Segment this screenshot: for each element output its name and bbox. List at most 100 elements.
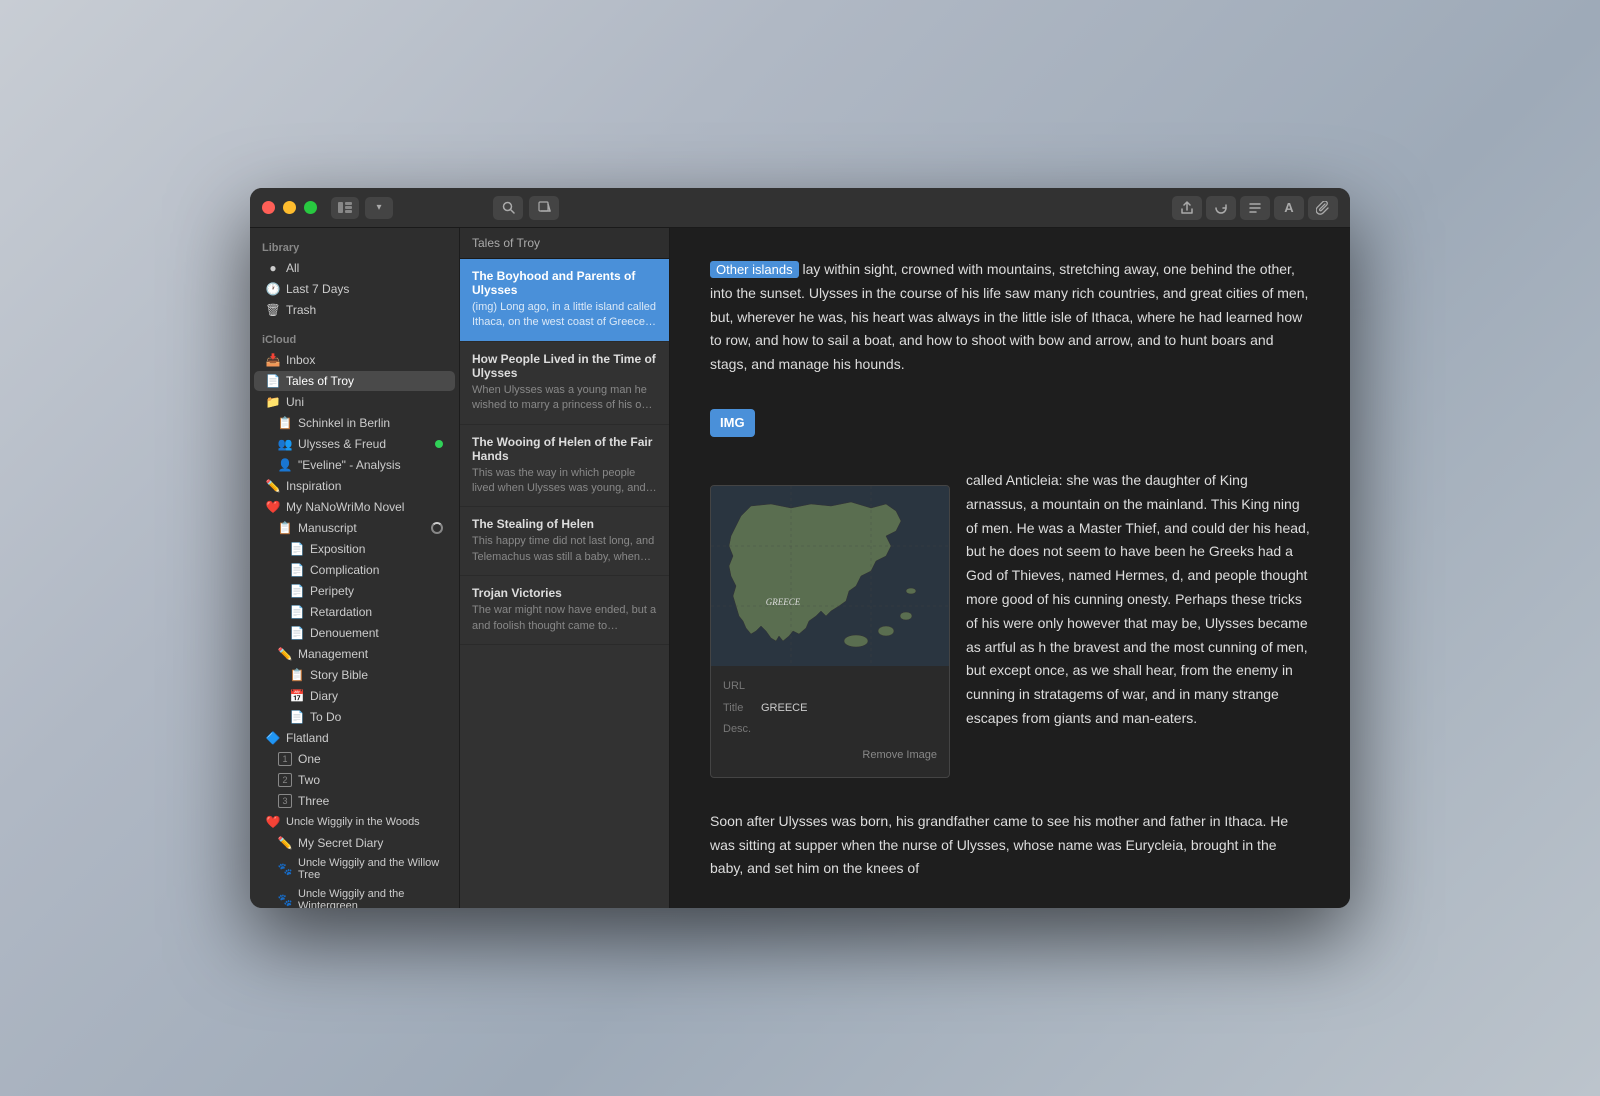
editor-paragraph2: Soon after Ulysses was born, his grandfa… [710, 810, 1310, 881]
note-item-trojan[interactable]: Trojan Victories The war might now have … [460, 576, 669, 645]
sidebar-item-retardation[interactable]: 📄 Retardation [254, 602, 455, 622]
sidebar-item-peripety[interactable]: 📄 Peripety [254, 581, 455, 601]
search-button[interactable] [493, 196, 523, 220]
sidebar-item-complication[interactable]: 📄 Complication [254, 560, 455, 580]
sidebar-toggle-button[interactable] [331, 197, 359, 219]
sidebar-item-denouement[interactable]: 📄 Denouement [254, 623, 455, 643]
sync-button[interactable] [1206, 196, 1236, 220]
format-button[interactable] [1240, 196, 1270, 220]
sidebar-item-manuscript-label: Manuscript [298, 521, 357, 535]
image-text-row: GREECE URL [710, 469, 1310, 794]
editor-paragraph1: Other islands lay within sight, crowned … [710, 258, 1310, 377]
sidebar-item-manuscript[interactable]: 📋 Manuscript [254, 518, 455, 538]
sidebar-item-three-label: Three [298, 794, 329, 808]
note-preview-how-people: When Ulysses was a young man he wished t… [472, 383, 657, 414]
editor-text1: lay within sight, crowned with mountains… [710, 261, 1308, 372]
attachment-button[interactable] [1308, 196, 1338, 220]
notes-list: Tales of Troy The Boyhood and Parents of… [460, 228, 670, 908]
sidebar-item-two[interactable]: 2 Two [254, 770, 455, 790]
font-button[interactable]: A [1274, 196, 1304, 220]
url-field-row: URL [723, 677, 937, 696]
sidebar-item-diary[interactable]: 📅 Diary [254, 686, 455, 706]
icloud-section-label: iCloud [250, 328, 459, 349]
sidebar-item-all[interactable]: ● All [254, 258, 455, 278]
sidebar-item-schinkel[interactable]: 📋 Schinkel in Berlin [254, 413, 455, 433]
share-button[interactable] [1172, 196, 1202, 220]
note-item-boyhood[interactable]: The Boyhood and Parents of Ulysses (img)… [460, 259, 669, 342]
toolbar-right: A [1172, 196, 1338, 220]
app-window: ▾ A L [250, 188, 1350, 908]
note-item-how-people[interactable]: How People Lived in the Time of Ulysses … [460, 342, 669, 425]
todo-icon: 📄 [290, 710, 304, 724]
note-preview-stealing: This happy time did not last long, and T… [472, 534, 657, 565]
sidebar-item-inspiration-label: Inspiration [286, 479, 341, 493]
minimize-button[interactable] [283, 201, 296, 214]
desc-label: Desc. [723, 720, 753, 739]
main-content: Library ● All 🕐 Last 7 Days 🗑 Trash iClo… [250, 228, 1350, 908]
note-title-boyhood: The Boyhood and Parents of Ulysses [472, 269, 657, 297]
pencil-icon: ✏️ [278, 836, 292, 850]
notes-folder-name: Tales of Troy [472, 236, 540, 250]
desc-field-row: Desc. [723, 720, 937, 739]
sidebar-item-ulysses-freud-label: Ulysses & Freud [298, 437, 386, 451]
close-button[interactable] [262, 201, 275, 214]
sidebar-item-wintergreen[interactable]: 🐾 Uncle Wiggily and the Wintergreen [254, 885, 455, 908]
sidebar-item-diary-label: Diary [310, 689, 338, 703]
sidebar-item-tales-of-troy[interactable]: 📄 Tales of Troy [254, 371, 455, 391]
image-block: GREECE URL [710, 485, 950, 778]
sidebar-item-inbox[interactable]: 📥 Inbox [254, 350, 455, 370]
note-item-wooing[interactable]: The Wooing of Helen of the Fair Hands Th… [460, 425, 669, 508]
all-icon: ● [266, 261, 280, 275]
sidebar-item-uni[interactable]: 📁 Uni [254, 392, 455, 412]
editor[interactable]: Other islands lay within sight, crowned … [670, 228, 1350, 908]
management-icon: ✏️ [278, 647, 292, 661]
sidebar-item-todo-label: To Do [310, 710, 341, 724]
sidebar-item-willow-tree[interactable]: 🐾 Uncle Wiggily and the Willow Tree [254, 854, 455, 884]
library-section-label: Library [250, 236, 459, 257]
note-title-trojan: Trojan Victories [472, 586, 657, 600]
view-chevron-button[interactable]: ▾ [365, 197, 393, 219]
sidebar-item-nanowrimo[interactable]: ❤️ My NaNoWriMo Novel [254, 497, 455, 517]
sidebar-item-uncle-wiggily[interactable]: ❤️ Uncle Wiggily in the Woods [254, 812, 455, 832]
sheet2-icon: 📄 [290, 563, 304, 577]
folder-icon: 📁 [266, 395, 280, 409]
sidebar-item-story-bible[interactable]: 📋 Story Bible [254, 665, 455, 685]
sidebar-item-schinkel-label: Schinkel in Berlin [298, 416, 390, 430]
sidebar-item-exposition-label: Exposition [310, 542, 365, 556]
sidebar-item-three[interactable]: 3 Three [254, 791, 455, 811]
sidebar-item-uncle-wiggily-label: Uncle Wiggily in the Woods [286, 816, 420, 828]
sidebar-item-peripety-label: Peripety [310, 584, 354, 598]
compose-button[interactable] [529, 196, 559, 220]
sidebar-item-ulysses-freud[interactable]: 👥 Ulysses & Freud [254, 434, 455, 454]
clock-icon: 🕐 [266, 282, 280, 296]
sidebar-item-management[interactable]: ✏️ Management [254, 644, 455, 664]
image-placeholder: GREECE [711, 486, 950, 666]
sidebar-item-flatland[interactable]: 🔷 Flatland [254, 728, 455, 748]
fullscreen-button[interactable] [304, 201, 317, 214]
sidebar-item-secret-diary-label: My Secret Diary [298, 836, 383, 850]
sidebar-item-exposition[interactable]: 📄 Exposition [254, 539, 455, 559]
sidebar-item-management-label: Management [298, 647, 368, 661]
sidebar-item-denouement-label: Denouement [310, 626, 379, 640]
sidebar-toggle-group: ▾ [331, 197, 393, 219]
sidebar-item-last7days[interactable]: 🕐 Last 7 Days [254, 279, 455, 299]
sheet-icon: 📄 [290, 542, 304, 556]
sidebar-item-secret-diary[interactable]: ✏️ My Secret Diary [254, 833, 455, 853]
sheet5-icon: 📄 [290, 626, 304, 640]
sidebar-item-one[interactable]: 1 One [254, 749, 455, 769]
sidebar-item-trash[interactable]: 🗑 Trash [254, 300, 455, 320]
manuscript-icon: 📋 [278, 521, 292, 535]
note-title-stealing: The Stealing of Helen [472, 517, 657, 531]
sidebar-item-inspiration[interactable]: ✏️ Inspiration [254, 476, 455, 496]
sidebar-item-nanowrimo-label: My NaNoWriMo Novel [286, 500, 404, 514]
sidebar-item-all-label: All [286, 261, 299, 275]
inspiration-icon: ✏️ [266, 479, 280, 493]
sidebar-item-eveline[interactable]: 👤 "Eveline" - Analysis [254, 455, 455, 475]
sheet3-icon: 📄 [290, 584, 304, 598]
note-item-stealing[interactable]: The Stealing of Helen This happy time di… [460, 507, 669, 576]
remove-image-button[interactable]: Remove Image [723, 742, 937, 769]
num3-icon: 3 [278, 794, 292, 808]
sidebar-item-todo[interactable]: 📄 To Do [254, 707, 455, 727]
title-label: Title [723, 699, 753, 718]
img-tag-block: IMG [710, 393, 1310, 453]
